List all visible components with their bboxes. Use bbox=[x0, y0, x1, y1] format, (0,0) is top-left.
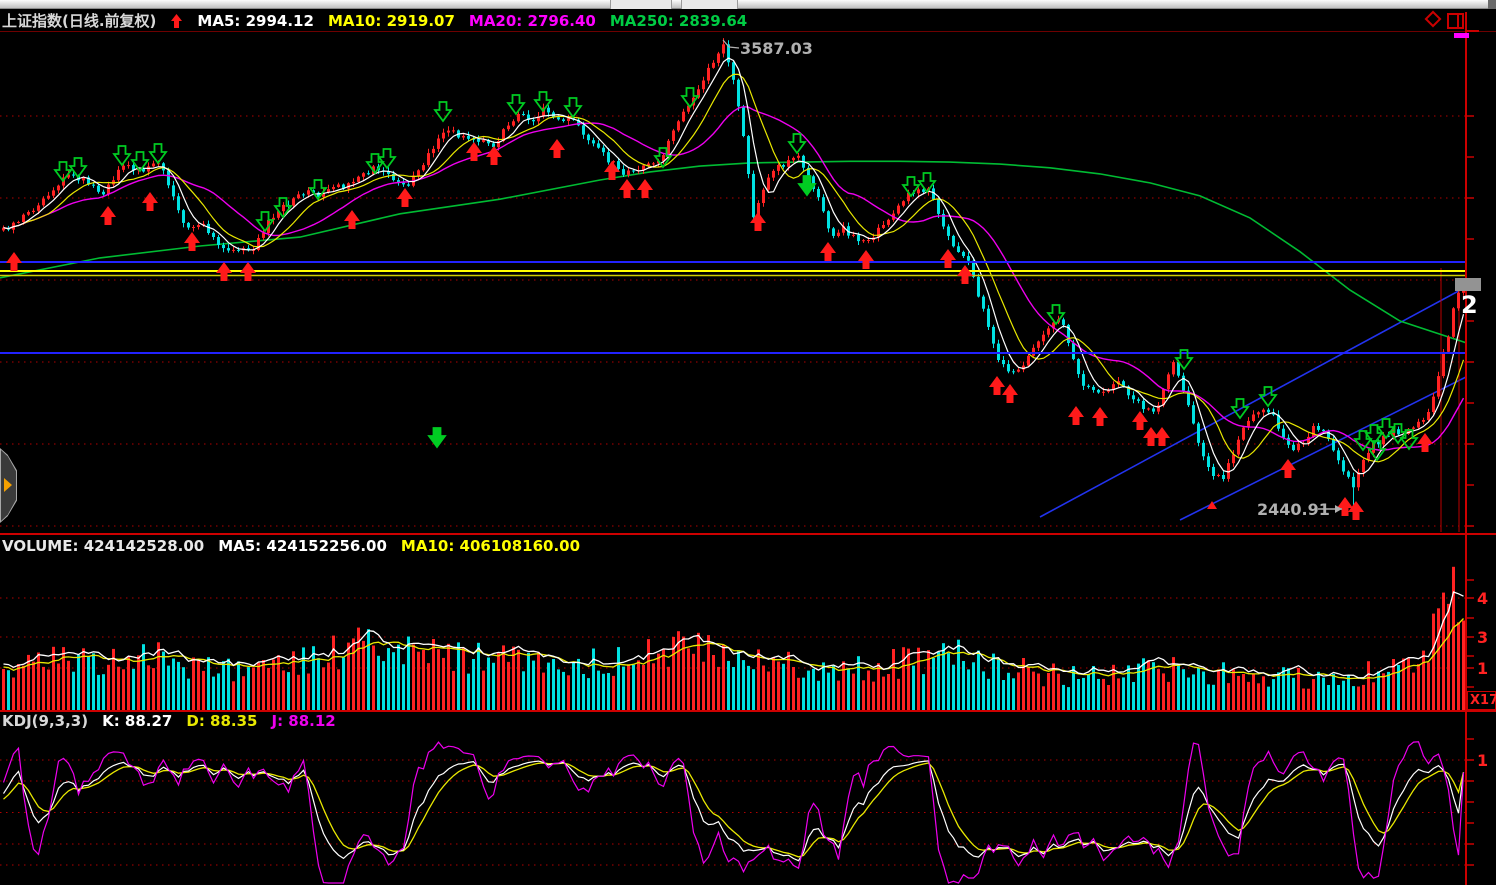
annotation-pointers bbox=[723, 40, 1342, 513]
trough-price-label: 2440.91 bbox=[1257, 500, 1330, 519]
volume-value-label: VOLUME: 424142528.00 bbox=[2, 537, 204, 555]
chart-header: 上证指数(日线.前复权) MA5: 2994.12 MA10: 2919.07 … bbox=[2, 10, 747, 31]
signal-arrow-icon bbox=[170, 13, 183, 29]
main-gridlines bbox=[0, 116, 1466, 526]
page-title: 上证指数(日线.前复权) bbox=[2, 10, 156, 31]
kdj-d-label: D: 88.35 bbox=[186, 712, 257, 730]
volume-axis-label: 1 bbox=[1477, 659, 1488, 678]
volume-ma5-label: MA5: 424152256.00 bbox=[218, 537, 387, 555]
kdj-name-label: KDJ(9,3,3) bbox=[2, 712, 88, 730]
kdj-j-label: J: 88.12 bbox=[272, 712, 336, 730]
wave-label-box bbox=[1455, 278, 1481, 291]
wave-count-label: 2 bbox=[1461, 291, 1478, 319]
volume-axis-label: 4 bbox=[1477, 589, 1488, 608]
volume-header: VOLUME: 424142528.00 MA5: 424152256.00 M… bbox=[2, 537, 580, 555]
volume-multiplier-badge: X17 bbox=[1467, 691, 1496, 710]
ma250-line bbox=[0, 161, 1466, 342]
kdj-gridlines bbox=[0, 760, 1466, 865]
reference-lines bbox=[0, 262, 1466, 353]
volume-bars bbox=[2, 567, 1465, 710]
kdj-header: KDJ(9,3,3) K: 88.27 D: 88.35 J: 88.12 bbox=[2, 712, 336, 730]
kdj-axis-label: 1 bbox=[1477, 751, 1488, 770]
ma10-legend: MA10: 2919.07 bbox=[328, 12, 455, 30]
volume-gridlines bbox=[0, 598, 1466, 668]
kdj-k-label: K: 88.27 bbox=[102, 712, 172, 730]
window-icon[interactable] bbox=[1447, 13, 1464, 29]
magenta-marker bbox=[1454, 33, 1469, 38]
chevron-right-icon bbox=[4, 478, 12, 492]
ma250-legend: MA250: 2839.64 bbox=[610, 12, 747, 30]
volume-axis-label: 3 bbox=[1477, 628, 1488, 647]
chart-canvas bbox=[0, 0, 1496, 885]
peak-price-label: 3587.03 bbox=[740, 39, 813, 58]
ma5-legend: MA5: 2994.12 bbox=[197, 12, 314, 30]
signal-arrows bbox=[6, 88, 1433, 520]
volume-ma10-label: MA10: 406108160.00 bbox=[401, 537, 580, 555]
ma20-legend: MA20: 2796.40 bbox=[469, 12, 596, 30]
trendlines-layer bbox=[1040, 268, 1466, 532]
